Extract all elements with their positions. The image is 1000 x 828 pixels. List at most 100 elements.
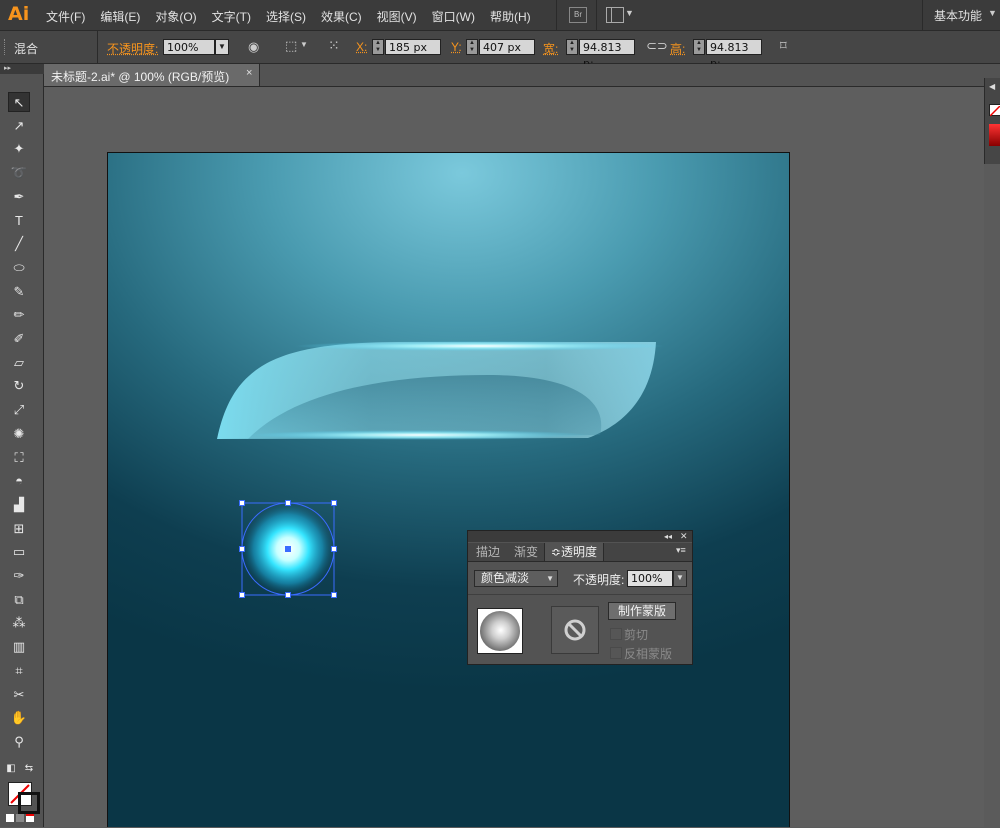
type-tool-icon[interactable]: T [8, 211, 30, 231]
selection-mode-label: 混合 [14, 42, 39, 56]
direct-selection-tool-icon[interactable]: ↗ [8, 116, 30, 136]
reference-point-icon[interactable]: ⁙ [328, 37, 340, 54]
panel-opacity-input[interactable]: 100% [627, 570, 673, 587]
color-panel-icon[interactable] [989, 124, 1000, 146]
mask-thumbnail[interactable] [551, 606, 599, 654]
chevron-down-icon: ▼ [546, 574, 554, 583]
make-mask-button[interactable]: 制作蒙版 [608, 602, 676, 620]
blend-mode-select[interactable]: 颜色减淡 ▼ [474, 570, 558, 587]
none-mode-icon[interactable] [26, 814, 34, 822]
hand-tool-icon[interactable]: ✋ [8, 708, 30, 728]
color-mode-buttons [6, 814, 36, 822]
column-graph-tool-icon[interactable]: ▥ [8, 637, 30, 657]
tab-gradient[interactable]: 渐变 [508, 543, 544, 561]
menu-object[interactable]: 对象(O) [155, 8, 196, 25]
document-tab-bar: 未标题-2.ai* @ 100% (RGB/预览) × [44, 64, 1000, 87]
y-stepper[interactable]: ▲ ▼ [466, 39, 478, 55]
scale-tool-icon[interactable]: ⤢ [8, 400, 30, 420]
no-fill-icon [989, 105, 1000, 117]
expand-panels-icon[interactable]: ◀ [989, 82, 995, 91]
menu-window[interactable]: 窗口(W) [432, 8, 475, 25]
artboard[interactable] [107, 152, 790, 827]
object-thumbnail[interactable] [477, 608, 523, 654]
light-streak-bottom [250, 430, 590, 440]
lasso-tool-icon[interactable]: ➰ [8, 163, 30, 183]
workspace-switcher[interactable]: 基本功能 [934, 7, 982, 24]
menu-select[interactable]: 选择(S) [266, 8, 306, 25]
menu-view[interactable]: 视图(V) [377, 8, 417, 25]
grip-handle[interactable] [4, 39, 8, 55]
eyedropper-tool-icon[interactable]: ✑ [8, 566, 30, 586]
chevron-down-icon[interactable]: ▼ [988, 8, 997, 18]
invert-mask-checkbox[interactable] [610, 647, 622, 659]
height-input[interactable]: 94.813 p: [706, 39, 762, 70]
collapse-icon[interactable]: ◂◂ [664, 531, 672, 542]
default-colors-icon[interactable]: ◧ [4, 762, 18, 776]
eraser-tool-icon[interactable]: ▱ [8, 353, 30, 373]
menu-type[interactable]: 文字(T) [212, 8, 251, 25]
zoom-tool-icon[interactable]: ⚲ [8, 732, 30, 752]
chevron-down-icon[interactable]: ▼ [625, 8, 634, 18]
recolor-artwork-icon[interactable]: ◉ [248, 39, 259, 55]
gradient-mode-icon[interactable] [16, 814, 24, 822]
rotate-tool-icon[interactable]: ↻ [8, 376, 30, 396]
blend-mode-value: 颜色减淡 [481, 571, 530, 585]
tab-stroke[interactable]: 描边 [470, 543, 506, 561]
tab-transparency[interactable]: ≎透明度 [544, 543, 605, 561]
x-input[interactable]: 185 px [385, 39, 441, 55]
panel-opacity-dropdown[interactable]: ▼ [673, 570, 687, 587]
panel-title-bar[interactable]: ◂◂ ✕ [468, 531, 692, 542]
link-proportions-icon[interactable]: ⊂⊃ [646, 38, 668, 54]
clip-checkbox[interactable] [610, 628, 622, 640]
warp-tool-icon[interactable]: ✺ [8, 424, 30, 444]
document-tab[interactable]: 未标题-2.ai* @ 100% (RGB/预览) × [44, 64, 260, 86]
y-label: Y: [451, 40, 462, 54]
opacity-dropdown[interactable]: ▼ [215, 39, 229, 55]
blob-brush-tool-icon[interactable]: ✐ [8, 329, 30, 349]
width-input[interactable]: 94.813 p: [579, 39, 635, 70]
close-icon[interactable]: ✕ [680, 531, 688, 542]
menu-file[interactable]: 文件(F) [46, 8, 85, 25]
y-input[interactable]: 407 px [479, 39, 535, 55]
artwork [217, 341, 665, 598]
symbol-sprayer-tool-icon[interactable]: ⁂ [8, 613, 30, 633]
invert-mask-label: 反相蒙版 [624, 647, 673, 661]
magic-wand-tool-icon[interactable]: ✦ [8, 139, 30, 159]
mesh-tool-icon[interactable]: ⊞ [8, 519, 30, 539]
paintbrush-tool-icon[interactable]: ✎ [8, 282, 30, 302]
line-tool-icon[interactable]: ╱ [8, 234, 30, 254]
stroke-swatch[interactable] [18, 792, 40, 814]
blend-tool-icon[interactable]: ⧉ [8, 590, 30, 610]
transparency-panel: ◂◂ ✕ 描边 渐变 ≎透明度 ▾≡ 颜色减淡 ▼ 不透明度: 100% ▼ 制… [467, 530, 693, 665]
chevron-down-icon[interactable]: ▼ [300, 40, 308, 49]
transform-icon[interactable]: ⌑ [780, 38, 787, 54]
opacity-label[interactable]: 不透明度: [107, 40, 158, 57]
pencil-tool-icon[interactable]: ✏ [8, 305, 30, 325]
height-stepper[interactable]: ▲ ▼ [693, 39, 705, 55]
ellipse-tool-icon[interactable]: ⬭ [8, 258, 30, 278]
close-icon[interactable]: × [246, 67, 252, 79]
gradient-tool-icon[interactable]: ▭ [8, 542, 30, 562]
tools-collapse-icon[interactable]: ▸▸ [0, 64, 44, 74]
slice-tool-icon[interactable]: ✂ [8, 685, 30, 705]
bridge-button[interactable]: Br [569, 7, 587, 23]
selection-tool-icon[interactable]: ↖ [8, 92, 30, 112]
align-options-icon[interactable]: ⬚ [285, 38, 297, 54]
pen-tool-icon[interactable]: ✒ [8, 187, 30, 207]
menu-help[interactable]: 帮助(H) [490, 8, 531, 25]
swatch-none-icon[interactable] [989, 104, 1000, 117]
color-mode-icon[interactable] [6, 814, 14, 822]
free-transform-tool-icon[interactable]: ⛶ [8, 448, 30, 468]
menu-edit[interactable]: 编辑(E) [100, 8, 140, 25]
opacity-input[interactable]: 100% [163, 39, 215, 55]
menu-effect[interactable]: 效果(C) [321, 8, 362, 25]
swap-colors-icon[interactable]: ⇆ [22, 762, 36, 776]
arrange-documents-icon[interactable] [606, 7, 624, 23]
shape-builder-tool-icon[interactable]: ◓ [8, 471, 30, 491]
width-stepper[interactable]: ▲ ▼ [566, 39, 578, 55]
panel-menu-icon[interactable]: ▾≡ [676, 545, 686, 556]
perspective-grid-tool-icon[interactable]: ▟ [8, 495, 30, 515]
x-stepper[interactable]: ▲ ▼ [372, 39, 384, 55]
artboard-tool-icon[interactable]: ⌗ [8, 661, 30, 681]
app-logo: Ai [8, 3, 30, 25]
